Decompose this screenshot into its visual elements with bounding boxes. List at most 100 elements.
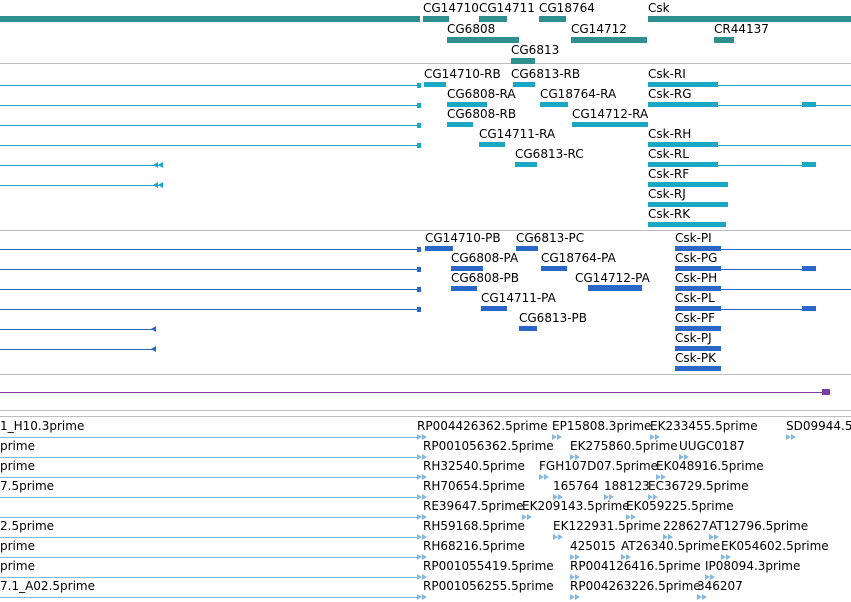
est-label[interactable]: 2.5prime <box>0 519 54 533</box>
est-label[interactable]: RP001056255.5prime <box>423 579 554 593</box>
protein-label[interactable]: CG6813-PB <box>519 311 587 325</box>
est-label[interactable]: 165764 <box>553 479 599 493</box>
feature-block[interactable] <box>515 162 537 167</box>
transcript-label[interactable]: Csk-RI <box>648 67 686 81</box>
feature-block[interactable] <box>516 246 538 251</box>
est-label[interactable]: 228627 <box>663 519 709 533</box>
feature-block[interactable] <box>424 82 446 87</box>
feature-block[interactable] <box>572 122 648 127</box>
feature-block[interactable] <box>417 103 421 108</box>
est-label[interactable]: prime <box>0 559 35 573</box>
feature-block[interactable] <box>648 162 718 167</box>
feature-block[interactable] <box>802 306 816 311</box>
protein-label[interactable]: CG14712-PA <box>575 271 650 285</box>
feature-block[interactable] <box>675 346 721 351</box>
est-label[interactable]: RE39647.5prime <box>423 499 524 513</box>
protein-label[interactable]: Csk-PH <box>675 271 717 285</box>
est-label[interactable]: EK122931.5prime <box>553 519 661 533</box>
est-label[interactable]: 425015 <box>570 539 616 553</box>
feature-block[interactable] <box>451 266 483 271</box>
feature-block[interactable] <box>541 266 567 271</box>
est-label[interactable]: EK054602.5prime <box>721 539 829 553</box>
transcript-label[interactable]: Csk-RG <box>648 87 692 101</box>
est-label[interactable]: prime <box>0 459 35 473</box>
gene-glyph[interactable] <box>648 16 851 22</box>
feature-block[interactable] <box>417 143 421 148</box>
gene-label[interactable]: CG6808 <box>447 22 495 36</box>
feature-block[interactable] <box>479 142 505 147</box>
protein-label[interactable]: Csk-PK <box>675 351 716 365</box>
feature-block[interactable] <box>802 162 816 167</box>
gene-glyph[interactable] <box>0 16 420 22</box>
transcript-label[interactable]: CG6813-RC <box>515 147 584 161</box>
feature-block[interactable] <box>417 307 421 312</box>
protein-label[interactable]: CG6808-PB <box>451 271 519 285</box>
gene-label[interactable]: CG14710 <box>423 1 479 15</box>
est-label[interactable]: RP001056362.5prime <box>423 439 554 453</box>
protein-label[interactable]: Csk-PG <box>675 251 717 265</box>
transcript-label[interactable]: Csk-RL <box>648 147 689 161</box>
feature-block[interactable] <box>417 123 421 128</box>
feature-block[interactable] <box>648 182 728 187</box>
gene-label[interactable]: CR44137 <box>714 22 769 36</box>
feature-block[interactable] <box>513 82 535 87</box>
est-label[interactable]: 188123 <box>604 479 650 493</box>
est-label[interactable]: RH70654.5prime <box>423 479 525 493</box>
feature-block[interactable] <box>540 102 568 107</box>
transcript-label[interactable]: CG6813-RB <box>511 67 580 81</box>
est-label[interactable]: RP004263226.5prime <box>570 579 701 593</box>
transcript-label[interactable]: Csk-RH <box>648 127 691 141</box>
protein-label[interactable]: Csk-PJ <box>675 331 712 345</box>
gene-label[interactable]: CG18764 <box>539 1 595 15</box>
feature-block[interactable] <box>417 247 421 252</box>
gene-glyph[interactable] <box>714 37 734 43</box>
protein-label[interactable]: Csk-PF <box>675 311 715 325</box>
gene-glyph[interactable] <box>539 16 566 22</box>
feature-block[interactable] <box>425 246 453 251</box>
est-label[interactable]: prime <box>0 539 35 553</box>
feature-block[interactable] <box>588 285 642 291</box>
gene-glyph[interactable] <box>479 16 507 22</box>
est-label[interactable]: 346207 <box>697 579 743 593</box>
est-label[interactable]: RP004126416.5prime <box>570 559 701 573</box>
gene-glyph[interactable] <box>511 58 535 64</box>
est-label[interactable]: AT26340.5prime <box>621 539 720 553</box>
est-label[interactable]: EK233455.5prime <box>650 419 758 433</box>
gene-label[interactable]: CG14711 <box>479 1 535 15</box>
protein-label[interactable]: CG14711-PA <box>481 291 556 305</box>
est-label[interactable]: EK048916.5prime <box>656 459 764 473</box>
est-label[interactable]: AT12796.5prime <box>709 519 808 533</box>
transcript-label[interactable]: Csk-RJ <box>648 187 686 201</box>
transcript-label[interactable]: CG6808-RB <box>447 107 516 121</box>
est-label[interactable]: EP15808.3prime <box>552 419 651 433</box>
feature-block[interactable] <box>648 102 718 107</box>
transcript-label[interactable]: Csk-RF <box>648 167 689 181</box>
feature-block[interactable] <box>481 306 507 311</box>
feature-block[interactable] <box>417 83 421 88</box>
est-label[interactable]: RH68216.5prime <box>423 539 525 553</box>
est-label[interactable]: EK059225.5prime <box>626 499 734 513</box>
feature-block[interactable] <box>675 326 721 331</box>
protein-label[interactable]: CG18764-PA <box>541 251 616 265</box>
est-label[interactable]: UUGC0187 <box>679 439 745 453</box>
transcript-label[interactable]: CG14711-RA <box>479 127 555 141</box>
feature-block[interactable] <box>417 287 421 292</box>
transcript-label[interactable]: Csk-RK <box>648 207 690 221</box>
est-label[interactable]: 1_H10.3prime <box>0 419 84 433</box>
feature-block[interactable] <box>417 267 421 272</box>
gene-label[interactable]: CG14712 <box>571 22 627 36</box>
protein-label[interactable]: CG6808-PA <box>451 251 518 265</box>
est-label[interactable]: 7.5prime <box>0 479 54 493</box>
est-label[interactable]: EK275860.5prime <box>570 439 678 453</box>
gene-label[interactable]: Csk <box>648 1 670 15</box>
est-label[interactable]: IP08094.3prime <box>705 559 800 573</box>
feature-block[interactable] <box>447 122 473 127</box>
transcript-label[interactable]: CG14710-RB <box>424 67 501 81</box>
gene-glyph[interactable] <box>423 16 449 22</box>
gene-label[interactable]: CG6813 <box>511 43 559 57</box>
transcript-label[interactable]: CG6808-RA <box>447 87 516 101</box>
feature-block[interactable] <box>451 286 477 291</box>
gene-glyph[interactable] <box>447 37 519 43</box>
est-label[interactable]: RH59168.5prime <box>423 519 525 533</box>
protein-label[interactable]: CG14710-PB <box>425 231 501 245</box>
